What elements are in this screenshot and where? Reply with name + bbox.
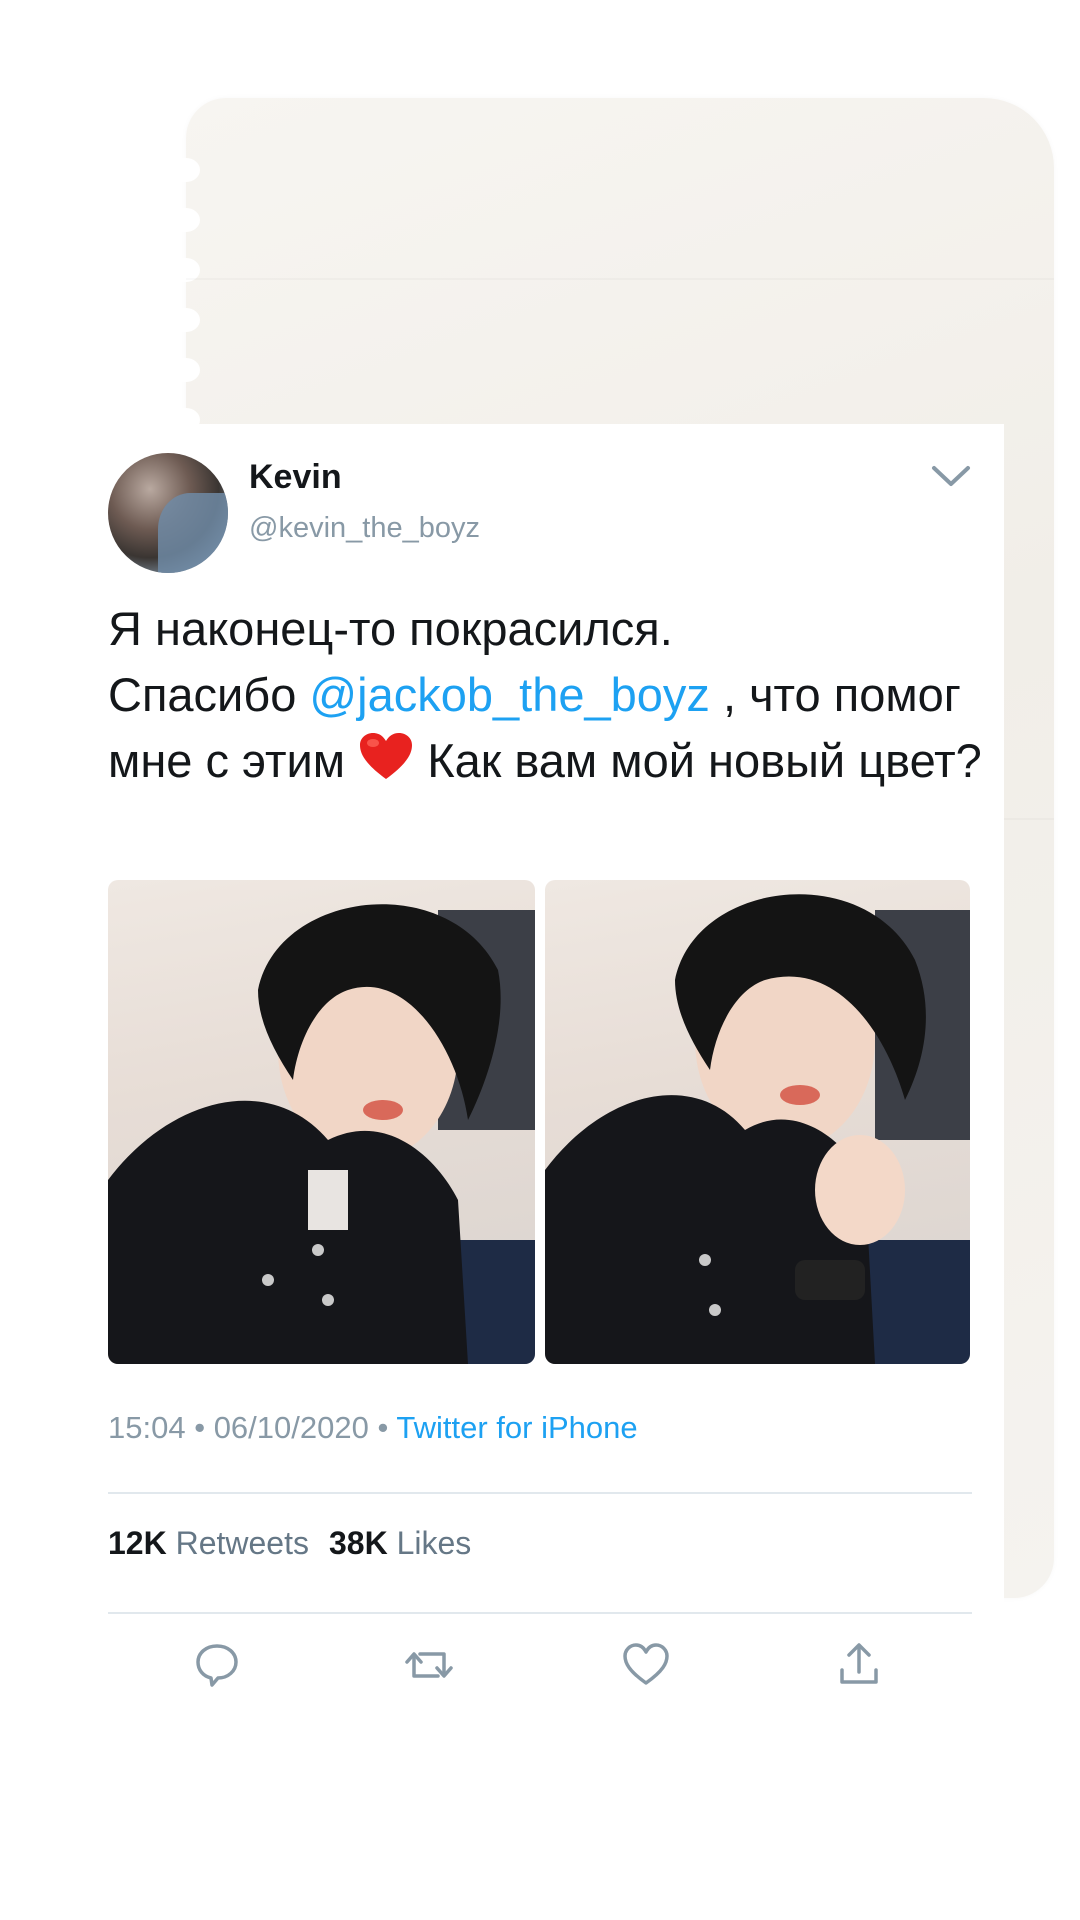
tweet-source-link[interactable]: Twitter for iPhone <box>396 1410 637 1445</box>
red-heart-emoji-icon <box>360 733 413 779</box>
like-icon[interactable] <box>621 1640 671 1690</box>
likes-label: Likes <box>396 1525 472 1561</box>
tweet-stats: 12K Retweets 38K Likes <box>108 1525 471 1562</box>
share-icon[interactable] <box>834 1640 884 1690</box>
photo-1-illustration <box>108 904 535 1364</box>
retweets-label: Retweets <box>175 1525 309 1561</box>
meta-separator: • <box>194 1410 206 1445</box>
divider <box>108 1492 972 1494</box>
retweets-count: 12K <box>108 1525 167 1561</box>
tweet-photo-2[interactable] <box>545 880 970 1364</box>
divider <box>108 1612 972 1614</box>
likes-count: 38K <box>328 1525 388 1561</box>
paper-notch <box>172 358 200 382</box>
tweet-text: Я наконец-то покрасился. Спасибо @jackob_… <box>108 596 988 794</box>
reply-icon[interactable] <box>192 1640 242 1690</box>
username[interactable]: @kevin_the_boyz <box>249 512 480 545</box>
tweet-time: 15:04 <box>108 1410 186 1445</box>
tweet-meta: 15:04 • 06/10/2020 • Twitter for iPhone <box>108 1410 638 1446</box>
photo-2-illustration <box>545 894 970 1364</box>
likes-stat[interactable]: 38K Likes <box>329 1525 471 1561</box>
retweets-stat[interactable]: 12K Retweets <box>108 1525 309 1561</box>
retweet-icon[interactable] <box>404 1640 454 1690</box>
display-name[interactable]: Kevin <box>249 458 342 497</box>
tweet-text-thanks: Спасибо <box>108 668 297 721</box>
paper-notch <box>172 208 200 232</box>
tweet-text-end: Как вам мой новый цвет? <box>414 734 982 787</box>
tweet-photo-1[interactable] <box>108 880 535 1364</box>
chevron-down-icon[interactable] <box>928 456 974 496</box>
tweet-date: 06/10/2020 <box>213 1410 369 1445</box>
avatar[interactable] <box>108 453 228 573</box>
mention-link[interactable]: @jackob_the_boyz <box>309 668 709 721</box>
paper-notch <box>172 158 200 182</box>
tweet-text-line1: Я наконец-то покрасился. <box>108 602 673 655</box>
meta-separator: • <box>377 1410 389 1445</box>
paper-notch <box>172 308 200 332</box>
paper-crease <box>186 278 1054 280</box>
avatar-jacket <box>158 493 228 573</box>
